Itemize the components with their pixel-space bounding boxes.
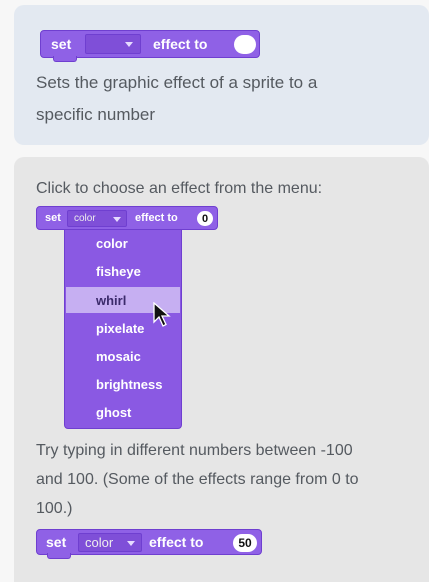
block-notch (53, 56, 77, 62)
mouse-pointer-icon (153, 302, 171, 327)
set-effect-block-template[interactable]: set effect to (40, 30, 260, 62)
menu-item-brightness[interactable]: brightness (66, 371, 180, 397)
effect-dropdown[interactable]: color (67, 210, 127, 227)
menu-item-mosaic[interactable]: mosaic (66, 343, 180, 369)
dropdown-arrow-icon (125, 42, 133, 47)
effect-dropdown-empty[interactable] (85, 34, 141, 54)
effect-dropdown-value: color (74, 213, 96, 224)
effect-value-input-empty[interactable] (234, 35, 256, 54)
set-effect-block-fifty[interactable]: set color effect to 50 (36, 529, 262, 559)
set-effect-block-example[interactable]: set color effect to 0 (36, 206, 218, 230)
menu-item-color[interactable]: color (66, 230, 180, 256)
dropdown-arrow-icon (113, 217, 121, 222)
block-set-label: set (45, 212, 61, 224)
description-line-2: specific number (36, 105, 156, 124)
effect-dropdown-value: color (85, 535, 114, 550)
block-effect-to-label: effect to (135, 212, 178, 224)
block-notch (47, 553, 71, 559)
hint-line-1: Try typing in different numbers between … (36, 442, 353, 459)
effect-dropdown-menu: color fisheye whirl pixelate mosaic brig… (64, 229, 182, 429)
menu-item-ghost[interactable]: ghost (66, 399, 180, 425)
block-set-label: set (46, 534, 67, 550)
menu-item-fisheye[interactable]: fisheye (66, 258, 180, 284)
hint-line-2: and 100. (Some of the effects range from… (36, 471, 359, 488)
hint-line-3: 100.) (36, 500, 73, 517)
block-set-label: set (51, 36, 72, 52)
effect-value-input[interactable]: 0 (197, 211, 213, 226)
effect-value-input[interactable]: 50 (233, 534, 257, 552)
description-line-1: Sets the graphic effect of a sprite to a (36, 73, 318, 92)
dropdown-arrow-icon (127, 541, 135, 546)
effect-dropdown[interactable]: color (78, 533, 142, 552)
block-effect-to-label: effect to (153, 36, 208, 52)
block-effect-to-label: effect to (149, 534, 204, 550)
instruction-text: Click to choose an effect from the menu: (36, 180, 323, 197)
